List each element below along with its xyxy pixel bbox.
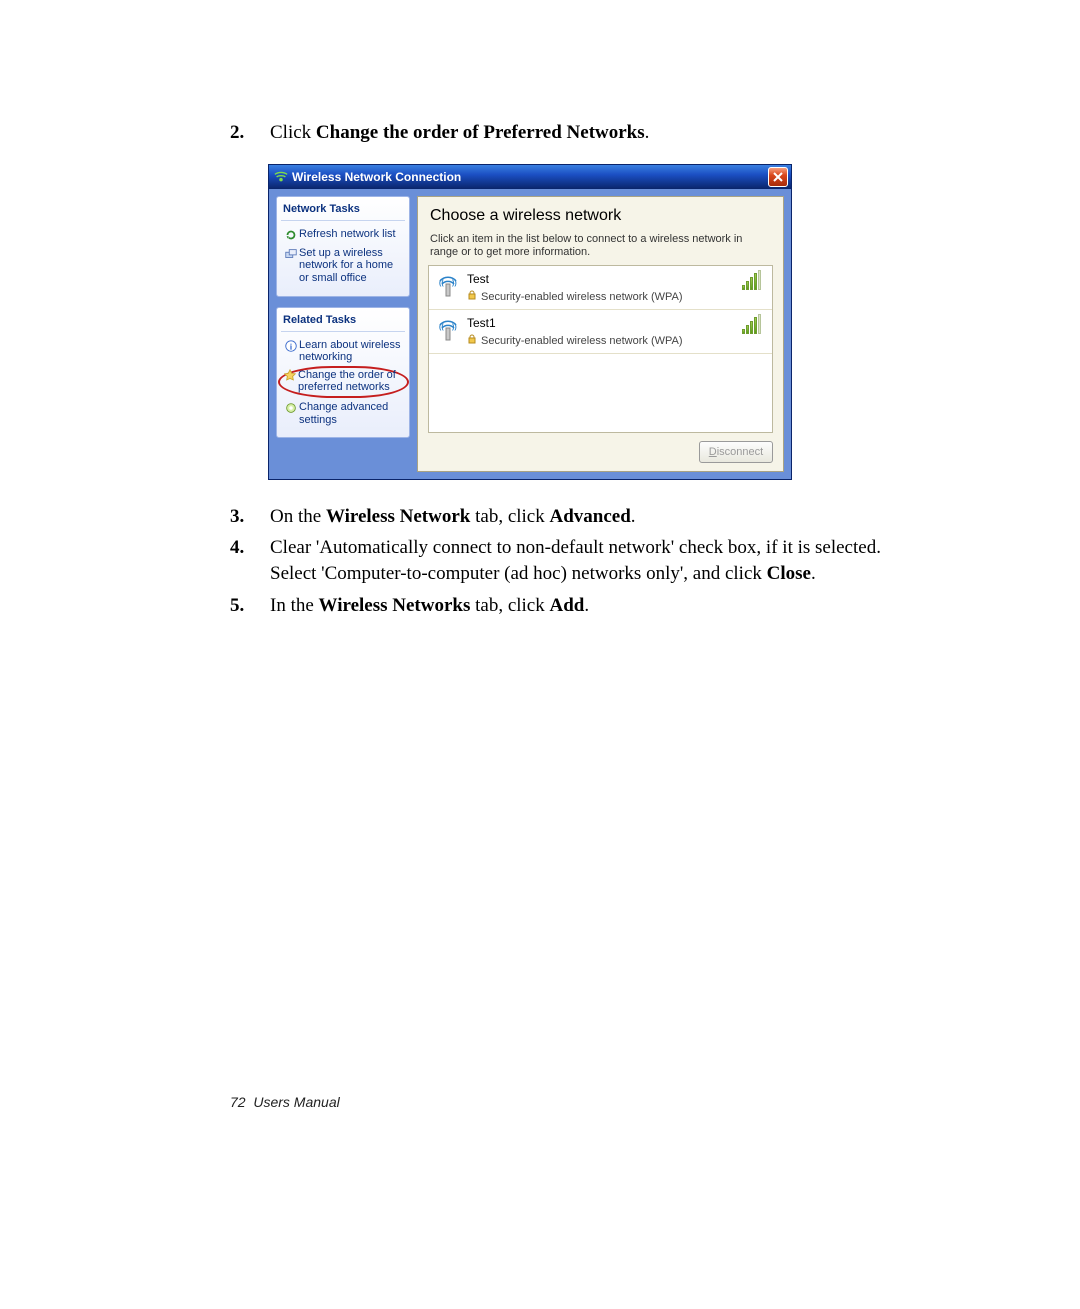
step-text: Click Change the order of Preferred Netw… — [270, 120, 890, 146]
close-icon — [773, 172, 783, 182]
security-text: Security-enabled wireless network (WPA) — [481, 335, 683, 347]
advanced-settings-link[interactable]: Change advanced settings — [281, 399, 405, 429]
signal-icon — [738, 272, 764, 292]
setup-network-link[interactable]: Set up a wireless network for a home or … — [281, 245, 405, 288]
network-list: (()) Test Security-enabled wireless netw… — [428, 265, 773, 433]
task-label: Refresh network list — [299, 228, 405, 241]
task-label: Change the order of preferred networks — [298, 369, 403, 394]
choose-network-heading: Choose a wireless network — [418, 197, 783, 225]
step-2: 2. Click Change the order of Preferred N… — [230, 120, 890, 146]
step-text: Clear 'Automatically connect to non-defa… — [270, 535, 890, 586]
wireless-dialog: Wireless Network Connection Network Task… — [268, 164, 792, 480]
network-details: Test1 Security-enabled wireless network … — [467, 316, 730, 347]
wifi-icon: (()) — [437, 272, 459, 300]
network-security: Security-enabled wireless network (WPA) — [467, 290, 730, 303]
wifi-icon: (()) — [437, 316, 459, 344]
close-button[interactable] — [768, 167, 788, 187]
lock-icon — [467, 334, 477, 347]
network-item[interactable]: (()) Test1 Security-enabled wireless net… — [429, 310, 772, 354]
related-tasks-panel: Related Tasks i Learn about wireless net… — [276, 307, 410, 439]
star-icon — [282, 369, 298, 383]
svg-text:)): )) — [452, 324, 457, 331]
learn-link[interactable]: i Learn about wireless networking — [281, 337, 405, 367]
gear-icon — [283, 401, 299, 415]
disconnect-rest: isconnect — [717, 446, 763, 458]
network-security: Security-enabled wireless network (WPA) — [467, 334, 730, 347]
panel-heading: Related Tasks — [281, 312, 405, 332]
disconnect-underline: D — [709, 446, 717, 458]
change-order-link[interactable]: Change the order of preferred networks — [278, 366, 409, 398]
screenshot-dialog: Wireless Network Connection Network Task… — [268, 164, 792, 480]
step-number: 5. — [230, 593, 270, 619]
signal-icon — [738, 316, 764, 336]
button-bar: Disconnect — [418, 433, 783, 471]
sidebar: Network Tasks Refresh network list Set u… — [276, 196, 410, 472]
refresh-network-link[interactable]: Refresh network list — [281, 226, 405, 245]
network-name: Test — [467, 272, 730, 286]
info-icon: i — [283, 339, 299, 353]
step-text: In the Wireless Networks tab, click Add. — [270, 593, 890, 619]
lock-icon — [467, 290, 477, 303]
page-footer: 72 Users Manual — [230, 1094, 340, 1110]
setup-icon — [283, 247, 299, 261]
svg-text:((: (( — [439, 324, 444, 331]
step-text: On the Wireless Network tab, click Advan… — [270, 504, 890, 530]
step-3: 3. On the Wireless Network tab, click Ad… — [230, 504, 890, 530]
network-tasks-panel: Network Tasks Refresh network list Set u… — [276, 196, 410, 297]
page-content: 2. Click Change the order of Preferred N… — [230, 120, 890, 624]
svg-text:)): )) — [452, 280, 457, 287]
network-item[interactable]: (()) Test Security-enabled wireless netw… — [429, 266, 772, 310]
network-details: Test Security-enabled wireless network (… — [467, 272, 730, 303]
page-number: 72 — [230, 1094, 246, 1110]
titlebar: Wireless Network Connection — [269, 165, 791, 189]
task-label: Set up a wireless network for a home or … — [299, 247, 405, 285]
step-number: 4. — [230, 535, 270, 586]
step-number: 2. — [230, 120, 270, 146]
panel-heading: Network Tasks — [281, 201, 405, 221]
wireless-icon — [274, 170, 288, 184]
step-5: 5. In the Wireless Networks tab, click A… — [230, 593, 890, 619]
step-number: 3. — [230, 504, 270, 530]
choose-network-subtext: Click an item in the list below to conne… — [418, 225, 783, 265]
titlebar-text: Wireless Network Connection — [292, 170, 768, 184]
dialog-body: Network Tasks Refresh network list Set u… — [269, 189, 791, 479]
task-label: Learn about wireless networking — [299, 339, 405, 364]
footer-label: Users Manual — [253, 1094, 339, 1110]
step-4: 4. Clear 'Automatically connect to non-d… — [230, 535, 890, 586]
disconnect-button[interactable]: Disconnect — [699, 441, 773, 463]
svg-text:((: (( — [439, 280, 444, 287]
refresh-icon — [283, 228, 299, 242]
task-label: Change advanced settings — [299, 401, 405, 426]
security-text: Security-enabled wireless network (WPA) — [481, 291, 683, 303]
main-pane: Choose a wireless network Click an item … — [417, 196, 784, 472]
network-name: Test1 — [467, 316, 730, 330]
